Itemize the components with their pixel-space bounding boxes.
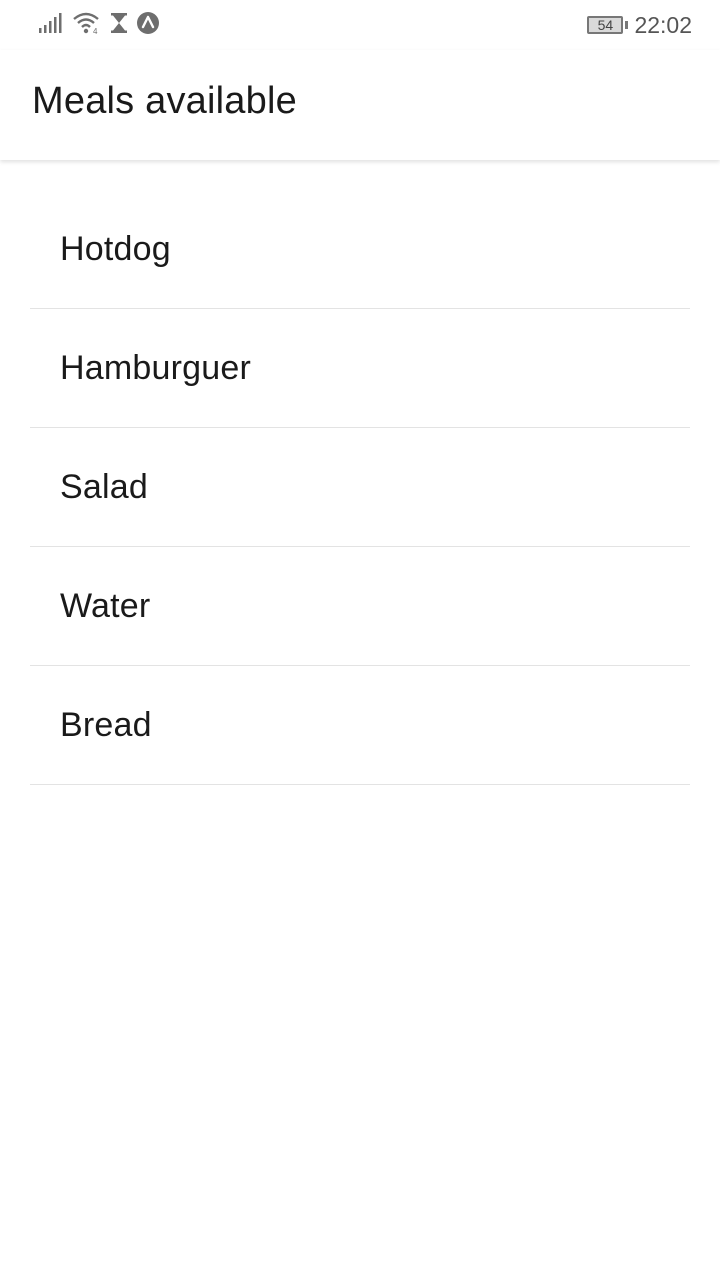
list-item-label: Bread	[60, 705, 152, 744]
list-item-salad[interactable]: Salad	[30, 428, 690, 547]
app-notification-icon	[136, 11, 160, 40]
list-item-bread[interactable]: Bread	[30, 666, 690, 785]
svg-text:4: 4	[93, 27, 98, 35]
hourglass-icon	[110, 12, 128, 39]
battery-level: 54	[597, 17, 614, 33]
list-item-water[interactable]: Water	[30, 547, 690, 666]
list-item-hotdog[interactable]: Hotdog	[30, 190, 690, 309]
list-item-label: Hamburguer	[60, 348, 251, 387]
app-header: Meals available	[0, 50, 720, 160]
list-item-hamburguer[interactable]: Hamburguer	[30, 309, 690, 428]
status-right: 54 22:02	[587, 10, 692, 40]
page-title: Meals available	[32, 80, 297, 122]
list-item-label: Salad	[60, 467, 148, 506]
signal-icon	[38, 12, 64, 39]
wifi-icon: 4	[72, 11, 102, 40]
status-bar: 4 54 22:02	[0, 0, 720, 50]
battery-nub	[625, 21, 629, 29]
clock: 22:02	[634, 11, 692, 38]
battery-icon: 54	[587, 16, 624, 34]
status-icons: 4	[38, 10, 160, 40]
meal-list: Hotdog Hamburguer Salad Water Bread	[30, 190, 690, 785]
list-item-label: Hotdog	[60, 229, 171, 268]
list-item-label: Water	[60, 586, 151, 625]
